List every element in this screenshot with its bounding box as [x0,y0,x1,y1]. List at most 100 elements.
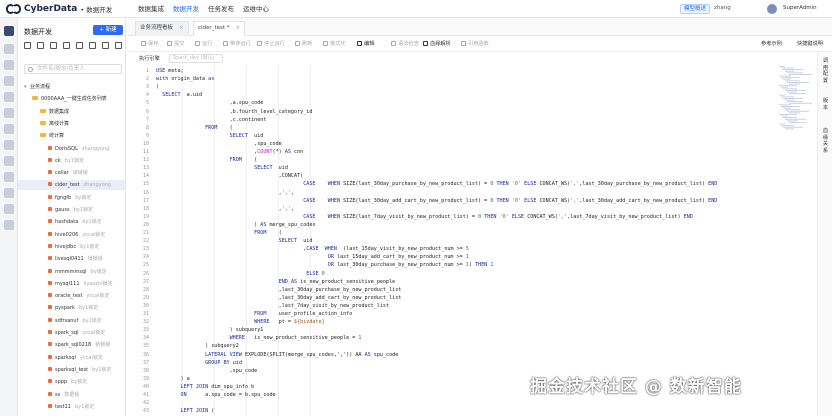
tree-item[interactable]: ▾ 业务流程 [18,82,125,92]
template-icon[interactable] [4,140,14,150]
user-short-name[interactable]: zhang [714,5,731,11]
tree-item[interactable]: 数据集成 [18,107,125,117]
code-line[interactable]: SELECT uid [156,133,264,139]
code-line[interactable]: OR last_30day_purchase_by_new_product_nu… [156,262,494,268]
code-line[interactable]: CASE WHEN SIZE(last_30day_purchase_by_ne… [156,181,717,187]
script-icon[interactable] [4,204,14,214]
search-icon[interactable] [50,42,57,49]
topnav-item-3[interactable]: 运维中心 [243,0,269,18]
code-line[interactable]: CASE WHEN SIZE(last_7day_visit_by_new_pr… [156,214,693,220]
tree-search-input[interactable]: 文件名/脚本/负责人 [24,64,122,74]
code-line[interactable]: ,',', [156,190,294,196]
tree-item[interactable]: spark_sql yccai锁定 [18,328,125,338]
tree-item[interactable]: cellar 锁锁锁 [18,168,125,178]
collapse-icon[interactable] [115,42,122,49]
tree-item[interactable]: sdfrsanuf by1锁定 [18,316,125,326]
folder-icon[interactable] [4,44,14,54]
table-icon[interactable] [4,60,14,70]
tree-item[interactable]: cider_test zhangyong [18,180,125,191]
resource-icon[interactable] [4,92,14,102]
tree-item[interactable]: mmmmmsql by锁定 [18,267,125,277]
code-line[interactable]: ( [156,84,159,90]
brand-logo[interactable]: CyberData • 数据开发 [6,3,112,15]
toolbar-button-4[interactable]: 停止运行 [257,36,285,52]
refresh-icon[interactable] [76,42,83,49]
toolbar-button-9[interactable]: 血缘解析 [423,36,451,52]
tree-item[interactable]: ss 数据锁 [18,390,125,400]
monitor-icon[interactable] [4,220,14,230]
setting-icon[interactable] [4,108,14,118]
code-line[interactable]: FROM user_profile_action_info [156,311,352,317]
code-line[interactable]: ,last_30day_add_cart_by_new_product_list [156,295,402,301]
code-line[interactable]: ,COUNT(*) AS cnn [156,149,303,155]
code-line[interactable]: ,b.fourth_level_category_id [156,109,313,115]
code-line[interactable]: FROM ( [156,157,258,163]
code-line[interactable]: WHERE is_new_product_sensitive_people = … [156,335,362,341]
toolbar-button-10[interactable]: 引用函数 [461,36,489,52]
code-line[interactable]: FROM ( [156,230,282,236]
tree-item[interactable]: ck by1锁定 [18,156,125,166]
tree-item[interactable]: sparksql yccai锁定 [18,353,125,363]
code-line[interactable]: ,CONCAT( [156,173,304,179]
topnav-item-2[interactable]: 任务发布 [208,0,234,18]
copy-icon[interactable] [89,42,96,49]
code-line[interactable]: ) subquery1 [156,327,264,333]
code-line[interactable]: ELSE 0 [156,271,324,277]
toolbar-button-2[interactable]: 运行 [195,36,212,52]
toolbar-button-6[interactable]: 格式化 [323,36,346,52]
toolbar-button-0[interactable]: 保存 [141,36,158,52]
tree-item[interactable]: 统计算 [18,131,125,141]
tab-1[interactable]: cider_test * × [193,21,246,36]
toolbar-right-1[interactable]: 快捷键说明 [797,36,823,52]
right-rail-item-2[interactable]: 血缘关系 [821,128,830,154]
engine-select[interactable]: Spark_dev (默认) [169,54,223,63]
code-line[interactable]: ON a.spu_code = b.spu_code [156,392,276,398]
code-line[interactable]: SELECT a.uid [156,92,202,98]
code-line[interactable]: ) a [156,376,190,382]
code-line[interactable]: with origin_data as [156,76,214,82]
env-badge[interactable]: 模型概述 [680,4,711,14]
code-line[interactable]: ,',', [156,206,294,212]
code-line[interactable]: SELECT uid [156,165,288,171]
close-icon[interactable]: × [236,25,241,31]
code-line[interactable]: USE meta; [156,68,184,74]
code-line[interactable]: SELECT uid [156,238,313,244]
user-name[interactable]: SuperAdmin [783,5,817,11]
avatar[interactable] [767,4,777,14]
code-line[interactable]: ,spu_code [156,368,258,374]
topnav-item-0[interactable]: 数据集成 [138,0,164,18]
topnav-item-1[interactable]: 数据开发 [173,0,199,18]
filter-icon[interactable] [63,42,70,49]
tree-item[interactable]: oracle_test yccai锁定 [18,291,125,301]
code-line[interactable]: LATERAL VIEW EXPLODE(SPLIT(merge_spu_cod… [156,352,398,358]
tree-item[interactable]: hive0206 yccai锁定 [18,230,125,240]
code-line[interactable]: ) AS merge_spu_codes [156,222,315,228]
toolbar-button-1[interactable]: 提交 [167,36,184,52]
code-line[interactable]: LEFT JOIN dim_spu_info b [156,384,255,390]
code-minimap[interactable] [777,52,817,416]
folder-add-icon[interactable] [24,42,31,49]
code-line[interactable]: OR last_15day_add_cart_by_new_product_nu… [156,254,469,260]
tree-item[interactable]: hivejdbc by1锁定 [18,242,125,252]
toolbar-button-8[interactable]: 语法检查 [391,36,419,52]
data-dev-icon[interactable] [4,26,14,36]
code-editor[interactable]: 1 USE meta; 2 with origin_data as 3 (4 SELECT… [127,66,777,416]
code-line[interactable]: ,last_30day_purchase_by_new_product_list [156,287,402,293]
code-line[interactable]: ) subquery2 [156,343,239,349]
code-line[interactable]: ,CASE WHEN (last_15day_visit_by_new_prod… [156,246,469,252]
toolbar-button-5[interactable]: 刷新 [295,36,312,52]
tree-item[interactable]: spark_sql0218 锁锁锁 [18,340,125,350]
new-button[interactable]: + 新建 [93,25,123,35]
code-line[interactable]: ,last_7day_visit_by_new_product_list [156,303,389,309]
database-icon[interactable] [4,172,14,182]
code-line[interactable]: ,c.continent [156,117,267,123]
link-icon[interactable] [4,188,14,198]
tree-item[interactable]: gauss by1锁定 [18,205,125,215]
code-line[interactable]: FROM ( [156,125,233,131]
function-icon[interactable] [4,76,14,86]
code-line[interactable]: WHERE pt = ${bizdate} [156,319,325,325]
tree-item[interactable]: fgngfb by锁定 [18,193,125,203]
toolbar-button-3[interactable]: 带参运行 [223,36,251,52]
code-line[interactable]: END AS is_new_product_sensitive_people [156,279,396,285]
code-line[interactable]: LEFT JOIN ( [156,408,215,414]
